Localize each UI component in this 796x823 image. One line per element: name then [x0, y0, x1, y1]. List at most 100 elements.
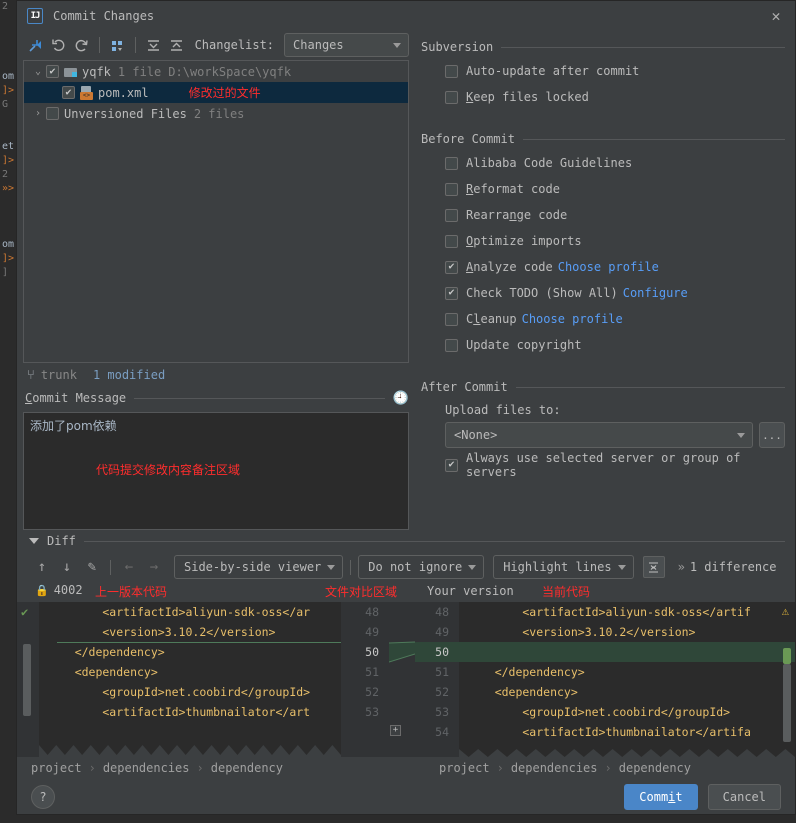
line-number: 50 — [415, 642, 459, 662]
option-always-use-selected-server[interactable]: ✔ Always use selected server or group of… — [421, 451, 785, 479]
tree-label-unversioned: Unversioned Files — [64, 106, 187, 121]
checkbox-optimize-imports[interactable] — [445, 234, 458, 248]
previous-difference-icon[interactable]: ↑ — [31, 556, 53, 578]
right-code-area[interactable]: <artifactId>aliyun-sdk-oss</artif <versi… — [459, 602, 795, 757]
label-auto-update: Auto-update after commit — [466, 64, 640, 78]
checkbox-rearrange-code[interactable] — [445, 208, 458, 222]
breadcrumb-item[interactable]: project — [31, 761, 82, 775]
option-cleanup[interactable]: Cleanup Choose profile — [421, 306, 785, 332]
option-keep-files-locked[interactable]: Keep files locked — [421, 84, 785, 110]
group-by-icon[interactable] — [107, 34, 128, 56]
label-analyze-code: Analyze code — [466, 260, 553, 274]
diff-connector: + — [388, 602, 416, 757]
accept-right-icon[interactable]: → — [143, 556, 165, 578]
checkbox-check-todo[interactable]: ✔ — [445, 286, 458, 300]
diff-pane-left[interactable]: ✔ <artifactId>aliyun-sdk-oss</ar <versio… — [17, 602, 389, 757]
right-line-numbers: 48 49 50 51 52 53 54 — [415, 602, 459, 757]
revert-icon[interactable] — [48, 34, 69, 56]
annotation-commit-message-area: 代码提交修改内容备注区域 — [96, 463, 241, 477]
line-number: 53 — [365, 705, 379, 719]
commit-button[interactable]: Commit — [624, 783, 698, 810]
link-configure-todo[interactable]: Configure — [623, 286, 688, 300]
upload-target-select[interactable]: <None> — [445, 422, 753, 448]
option-analyze-code[interactable]: ✔ Analyze code Choose profile — [421, 254, 785, 280]
accept-left-icon[interactable]: ← — [118, 556, 140, 578]
tree-row-yqfk[interactable]: ⌄ ✔ yqfk 1 file D:\workSpace\yqfk — [24, 61, 408, 82]
option-reformat-code[interactable]: Reformat code — [421, 176, 785, 202]
breadcrumb-item[interactable]: project — [439, 761, 490, 775]
warning-icon[interactable]: ⚠ — [782, 604, 789, 618]
help-button[interactable]: ? — [31, 784, 55, 809]
expand-all-icon[interactable] — [143, 34, 164, 56]
changelist-select[interactable]: Changes — [284, 33, 410, 57]
tree-row-pom-xml[interactable]: ✔ pom.xml 修改过的文件 — [24, 82, 408, 103]
collapse-unchanged-icon[interactable] — [642, 556, 665, 578]
ignore-mode-select[interactable]: Do not ignore — [358, 555, 485, 579]
checkbox-update-copyright[interactable] — [445, 338, 458, 352]
breadcrumb-left[interactable]: project › dependencies › dependency — [17, 757, 389, 779]
option-rearrange-code[interactable]: Rearrange code — [421, 202, 785, 228]
browse-servers-button[interactable]: ... — [759, 422, 785, 448]
checkbox-auto-update[interactable] — [445, 64, 458, 78]
breadcrumb-item[interactable]: dependency — [211, 761, 283, 775]
intellij-logo-icon: IJ — [27, 7, 43, 24]
close-icon[interactable]: ✕ — [763, 5, 789, 27]
tree-row-unversioned-files[interactable]: › Unversioned Files 2 files — [24, 103, 408, 124]
lock-icon: 🔒 — [35, 583, 49, 597]
option-auto-update-after-commit[interactable]: Auto-update after commit — [421, 58, 785, 84]
clock-icon[interactable]: 🕘 — [393, 391, 409, 406]
option-optimize-imports[interactable]: Optimize imports — [421, 228, 785, 254]
checkbox-keep-files-locked[interactable] — [445, 90, 458, 104]
checkbox-always-use-server[interactable]: ✔ — [445, 458, 458, 472]
checkbox-cleanup[interactable] — [445, 312, 458, 326]
breadcrumb-item[interactable]: dependencies — [103, 761, 190, 775]
checkbox-yqfk[interactable]: ✔ — [46, 65, 59, 78]
dialog-titlebar: IJ Commit Changes ✕ — [17, 1, 795, 30]
chevron-down-icon[interactable]: ⌄ — [30, 66, 46, 77]
next-difference-icon[interactable]: ↓ — [56, 556, 78, 578]
before-commit-header: Before Commit — [421, 128, 785, 150]
breadcrumb-item[interactable]: dependencies — [511, 761, 598, 775]
viewer-mode-select[interactable]: Side-by-side viewer — [174, 555, 344, 579]
breadcrumbs-row: project › dependencies › dependency proj… — [17, 757, 795, 779]
checkbox-pom-xml[interactable]: ✔ — [62, 86, 75, 99]
tree-path-yqfk: D:\workSpace\yqfk — [168, 64, 292, 79]
checkbox-unversioned-files[interactable] — [46, 107, 59, 120]
breadcrumb-item[interactable]: dependency — [619, 761, 691, 775]
expand-fragment-icon[interactable]: + — [390, 725, 401, 736]
code-line-text: </dependency> — [467, 665, 585, 679]
option-check-todo[interactable]: ✔ Check TODO (Show All) Configure — [421, 280, 785, 306]
left-code-area[interactable]: <artifactId>aliyun-sdk-oss</ar <version>… — [39, 602, 341, 757]
right-vertical-scrollbar[interactable] — [783, 664, 791, 742]
diff-pane-right[interactable]: 48 49 50 51 52 53 54 <artifactId>aliyun-… — [415, 602, 795, 757]
code-line-text: <groupId>net.coobird</groupId> — [467, 705, 731, 719]
cancel-button[interactable]: Cancel — [707, 783, 781, 810]
changes-tree[interactable]: ⌄ ✔ yqfk 1 file D:\workSpace\yqfk ✔ pom.… — [23, 60, 409, 363]
code-line: <dependency> — [39, 662, 341, 682]
checkbox-analyze-code[interactable]: ✔ — [445, 260, 458, 274]
option-update-copyright[interactable]: Update copyright — [421, 332, 785, 358]
chevron-down-icon[interactable] — [29, 538, 39, 544]
highlight-mode-select[interactable]: Highlight lines — [493, 555, 634, 579]
checkbox-reformat-code[interactable] — [445, 182, 458, 196]
line-number: 52 — [365, 685, 379, 699]
commit-message-input[interactable]: 添加了pom依赖 代码提交修改内容备注区域 — [23, 412, 409, 530]
checkbox-alibaba-guidelines[interactable] — [445, 156, 458, 170]
section-gap-1 — [421, 114, 785, 128]
edit-source-icon[interactable]: ✎ — [81, 556, 103, 578]
link-choose-profile-cleanup[interactable]: Choose profile — [522, 312, 623, 326]
breadcrumb-separator: › — [604, 761, 612, 775]
refresh-icon[interactable] — [71, 34, 92, 56]
before-commit-title: Before Commit — [421, 132, 515, 146]
link-choose-profile-analyze[interactable]: Choose profile — [558, 260, 659, 274]
show-diff-icon[interactable] — [25, 34, 46, 56]
annotation-modified-file: 修改过的文件 — [188, 86, 261, 100]
folder-icon — [64, 66, 78, 78]
left-vertical-scrollbar[interactable] — [23, 644, 31, 716]
chevron-right-icon[interactable]: › — [30, 108, 46, 119]
collapse-all-icon[interactable] — [166, 34, 187, 56]
highlight-mode-value: Highlight lines — [503, 560, 612, 574]
after-commit-rule — [515, 386, 785, 388]
breadcrumb-right[interactable]: project › dependencies › dependency — [389, 757, 795, 779]
option-alibaba-code-guidelines[interactable]: Alibaba Code Guidelines — [421, 150, 785, 176]
